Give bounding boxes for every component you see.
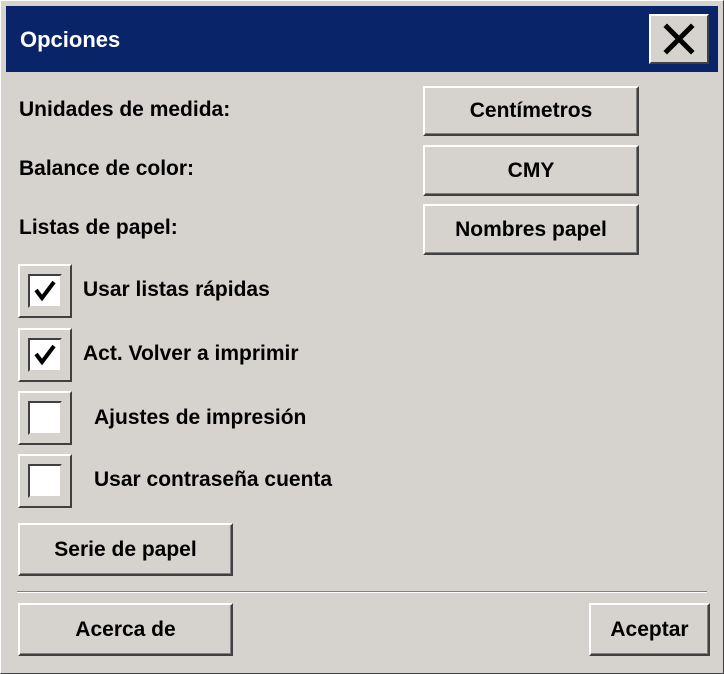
dialog-title: Opciones [20,27,121,52]
close-button[interactable] [649,14,709,64]
checkbox-reprint[interactable] [18,328,72,382]
color-balance-button[interactable]: CMY [423,145,639,196]
checkbox-account-password[interactable] [18,454,72,508]
paper-series-button[interactable]: Serie de papel [18,523,233,576]
units-button[interactable]: Centímetros [423,86,639,136]
checkbox-print-settings[interactable] [18,391,72,445]
accept-button[interactable]: Aceptar [589,603,710,656]
units-label: Unidades de medida: [19,98,231,121]
paper-lists-label: Listas de papel: [19,216,178,239]
checkbox-box [28,338,62,372]
title-bar: Opciones [6,6,718,72]
checkbox-print-settings-label: Ajustes de impresión [94,406,307,429]
separator [17,591,707,593]
options-dialog: Opciones Unidades de medida: Centímetros… [0,0,724,674]
checkbox-account-password-label: Usar contraseña cuenta [94,468,333,491]
checkbox-reprint-label: Act. Volver a imprimir [83,342,299,365]
checkbox-quick-lists-label: Usar listas rápidas [83,278,270,301]
checkbox-box [28,464,62,498]
color-balance-label: Balance de color: [19,157,195,180]
paper-names-button[interactable]: Nombres papel [423,204,639,255]
checkmark-icon [34,280,56,302]
checkbox-box [28,274,62,308]
checkmark-icon [34,344,56,366]
checkbox-box [28,401,62,435]
checkbox-quick-lists[interactable] [18,264,72,318]
close-x-icon [663,23,695,55]
about-button[interactable]: Acerca de [18,603,233,656]
